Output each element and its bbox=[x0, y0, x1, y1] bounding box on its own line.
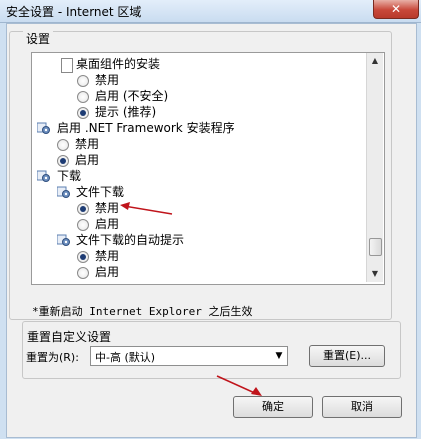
list-item: 文件下载 bbox=[76, 185, 125, 199]
settings-gear-icon bbox=[37, 170, 50, 182]
cancel-button[interactable]: 取消 bbox=[322, 396, 402, 418]
list-item[interactable]: 禁用 bbox=[75, 136, 99, 152]
reset-to-label: 重置为(R): bbox=[26, 351, 79, 364]
list-item: 文件下载的自动提示 bbox=[76, 233, 185, 247]
settings-gear-icon bbox=[37, 122, 50, 134]
scroll-up-icon[interactable]: ▲ bbox=[370, 56, 380, 66]
security-level-select[interactable]: 中-高 (默认) ▼ bbox=[90, 346, 288, 366]
settings-gear-icon bbox=[57, 186, 70, 198]
close-button[interactable]: ✕ bbox=[373, 0, 419, 19]
scroll-down-icon[interactable]: ▼ bbox=[370, 269, 380, 279]
page-icon bbox=[61, 58, 73, 73]
radio-desktop-enable-unsafe[interactable] bbox=[77, 91, 89, 103]
chevron-down-icon[interactable]: ▼ bbox=[271, 347, 287, 365]
list-item: 启用 .NET Framework 安装程序 bbox=[57, 121, 235, 135]
radio-filedownload-disable[interactable] bbox=[77, 203, 89, 215]
radio-autoprompt-disable[interactable] bbox=[77, 251, 89, 263]
radio-netfx-enable[interactable] bbox=[57, 155, 69, 167]
settings-list[interactable]: 桌面组件的安装 禁用 启用 (不安全) 提示 (推荐) 启用 .NET Fram… bbox=[31, 52, 385, 285]
list-item[interactable]: 启用 bbox=[75, 152, 99, 168]
ok-button[interactable]: 确定 bbox=[233, 396, 313, 418]
radio-filedownload-enable[interactable] bbox=[77, 219, 89, 231]
vertical-scrollbar[interactable]: ▲ ▼ bbox=[366, 53, 383, 282]
list-item: 桌面组件的安装 bbox=[76, 57, 161, 71]
radio-netfx-disable[interactable] bbox=[57, 139, 69, 151]
restart-note: *重新启动 Internet Explorer 之后生效 bbox=[32, 305, 253, 318]
list-item[interactable]: 提示 (推荐) bbox=[95, 104, 156, 120]
list-item[interactable]: 启用 bbox=[95, 216, 119, 232]
list-item[interactable]: 启用 (不安全) bbox=[95, 88, 168, 104]
list-item[interactable]: 禁用 bbox=[95, 200, 119, 216]
close-icon: ✕ bbox=[390, 2, 402, 16]
list-item: 下载 bbox=[57, 169, 82, 183]
radio-desktop-prompt[interactable] bbox=[77, 107, 89, 119]
settings-gear-icon bbox=[57, 234, 70, 246]
window-title: 安全设置 - Internet 区域 bbox=[6, 5, 142, 19]
list-item[interactable]: 启用 bbox=[95, 264, 119, 280]
red-arrow-icon bbox=[216, 375, 262, 396]
radio-desktop-disable[interactable] bbox=[77, 75, 89, 87]
radio-autoprompt-enable[interactable] bbox=[77, 267, 89, 279]
list-item[interactable]: 禁用 bbox=[95, 248, 119, 264]
settings-group-label: 设置 bbox=[23, 30, 54, 47]
reset-button[interactable]: 重置(E)... bbox=[309, 345, 385, 367]
red-arrow-icon bbox=[120, 202, 173, 215]
title-bar: 安全设置 - Internet 区域 ✕ bbox=[0, 0, 421, 23]
list-item[interactable]: 禁用 bbox=[95, 72, 119, 88]
reset-group-label: 重置自定义设置 bbox=[24, 328, 115, 345]
scroll-thumb[interactable] bbox=[369, 238, 382, 256]
security-level-value: 中-高 (默认) bbox=[95, 351, 156, 364]
